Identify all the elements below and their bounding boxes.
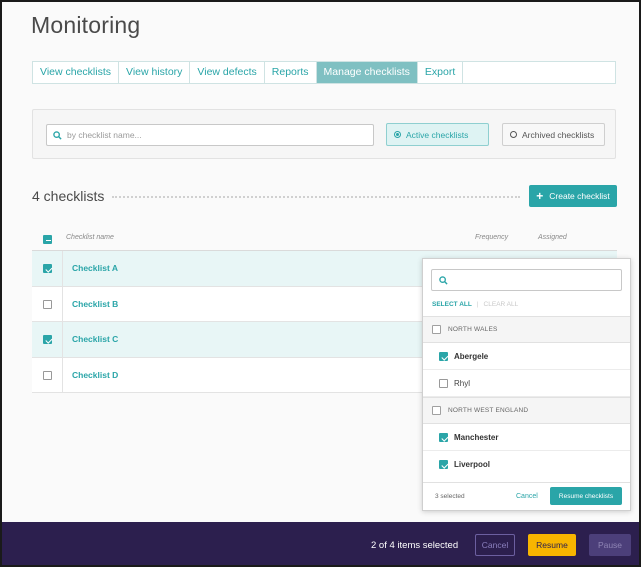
tab-reports[interactable]: Reports (265, 62, 317, 83)
bulk-cancel-button[interactable]: Cancel (475, 534, 515, 556)
select-all-link[interactable]: SELECT ALL (432, 301, 472, 308)
row-checkbox[interactable] (43, 299, 52, 309)
tab-export[interactable]: Export (418, 62, 464, 83)
selection-summary: 2 of 4 items selected (371, 540, 459, 551)
bulk-pause-button[interactable]: Pause (589, 534, 631, 556)
checklist-name-link[interactable]: Checklist A (72, 263, 118, 273)
option-label: Rhyl (454, 379, 471, 388)
search-placeholder: by checklist name... (67, 130, 142, 140)
column-header-frequency: Frequency (475, 234, 509, 241)
select-all-checkbox[interactable] (43, 235, 52, 244)
option-liverpool[interactable]: Liverpool (423, 451, 630, 478)
active-checklists-label: Active checklists (406, 129, 469, 140)
option-label: Liverpool (454, 460, 491, 469)
option-manchester[interactable]: Manchester (423, 424, 630, 451)
option-checkbox[interactable] (439, 433, 448, 442)
group-checkbox[interactable] (432, 325, 441, 334)
location-filter-dropdown: SELECT ALL | CLEAR ALL NORTH WALES Abergel… (422, 258, 631, 511)
selected-count: 3 selected (435, 493, 465, 500)
checklist-name-link[interactable]: Checklist D (72, 370, 118, 380)
checklist-count: 4 checklists (32, 188, 105, 204)
option-label: Abergele (454, 352, 489, 361)
row-divider (62, 286, 63, 321)
table-header: Checklist name Frequency Assigned (32, 227, 617, 251)
bulk-action-bar: 2 of 4 items selected Cancel Resume Paus… (2, 522, 639, 565)
group-north-wales[interactable]: NORTH WALES (423, 316, 630, 343)
radio-selected-icon (394, 131, 401, 138)
group-north-west-england[interactable]: NORTH WEST ENGLAND (423, 397, 630, 424)
bulk-resume-button[interactable]: Resume (528, 534, 576, 556)
create-checklist-button[interactable]: + Create checklist (529, 185, 617, 207)
group-checkbox[interactable] (432, 406, 441, 415)
active-checklists-radio[interactable]: Active checklists (386, 123, 489, 146)
option-checkbox[interactable] (439, 379, 448, 388)
radio-unselected-icon (510, 131, 517, 138)
select-links: SELECT ALL | CLEAR ALL (432, 301, 518, 308)
tab-view-history[interactable]: View history (119, 62, 191, 83)
row-checkbox[interactable] (43, 370, 52, 380)
checklist-name-link[interactable]: Checklist B (72, 299, 118, 309)
checklist-search-input[interactable]: by checklist name... (46, 124, 374, 146)
tab-manage-checklists[interactable]: Manage checklists (316, 62, 418, 83)
checklist-name-link[interactable]: Checklist C (72, 334, 118, 344)
search-icon (53, 130, 62, 140)
plus-icon: + (536, 189, 544, 203)
option-abergele[interactable]: Abergele (423, 343, 630, 370)
row-divider (62, 322, 63, 357)
search-icon (439, 276, 448, 285)
tab-view-defects[interactable]: View defects (190, 62, 265, 83)
option-checkbox[interactable] (439, 460, 448, 469)
create-checklist-label: Create checklist (549, 191, 610, 201)
row-divider (62, 357, 63, 392)
resume-checklists-button[interactable]: Resume checklists (550, 487, 622, 505)
app-window: Monitoring View checklists View history … (0, 0, 641, 567)
tab-view-checklists[interactable]: View checklists (33, 62, 119, 83)
archived-checklists-label: Archived checklists (522, 129, 595, 140)
row-checkbox[interactable] (43, 335, 52, 344)
link-separator: | (476, 301, 479, 308)
row-divider (62, 251, 63, 286)
page-title: Monitoring (31, 12, 141, 38)
column-header-assigned: Assigned (538, 234, 567, 241)
dotted-divider (112, 196, 520, 198)
column-header-name: Checklist name (66, 234, 114, 241)
clear-all-link[interactable]: CLEAR ALL (484, 301, 519, 308)
dropdown-footer: 3 selected Cancel Resume checklists (423, 482, 630, 511)
dropdown-cancel-link[interactable]: Cancel (516, 493, 538, 500)
option-label: Manchester (454, 433, 499, 442)
filter-panel: by checklist name... Active checklists A… (32, 109, 616, 159)
option-checkbox[interactable] (439, 352, 448, 361)
archived-checklists-radio[interactable]: Archived checklists (502, 123, 605, 146)
group-label: NORTH WEST ENGLAND (448, 407, 529, 414)
row-checkbox[interactable] (43, 264, 52, 273)
tab-bar: View checklists View history View defect… (32, 61, 616, 84)
location-search-input[interactable] (431, 269, 622, 291)
option-rhyl[interactable]: Rhyl (423, 370, 630, 397)
group-label: NORTH WALES (448, 326, 498, 333)
